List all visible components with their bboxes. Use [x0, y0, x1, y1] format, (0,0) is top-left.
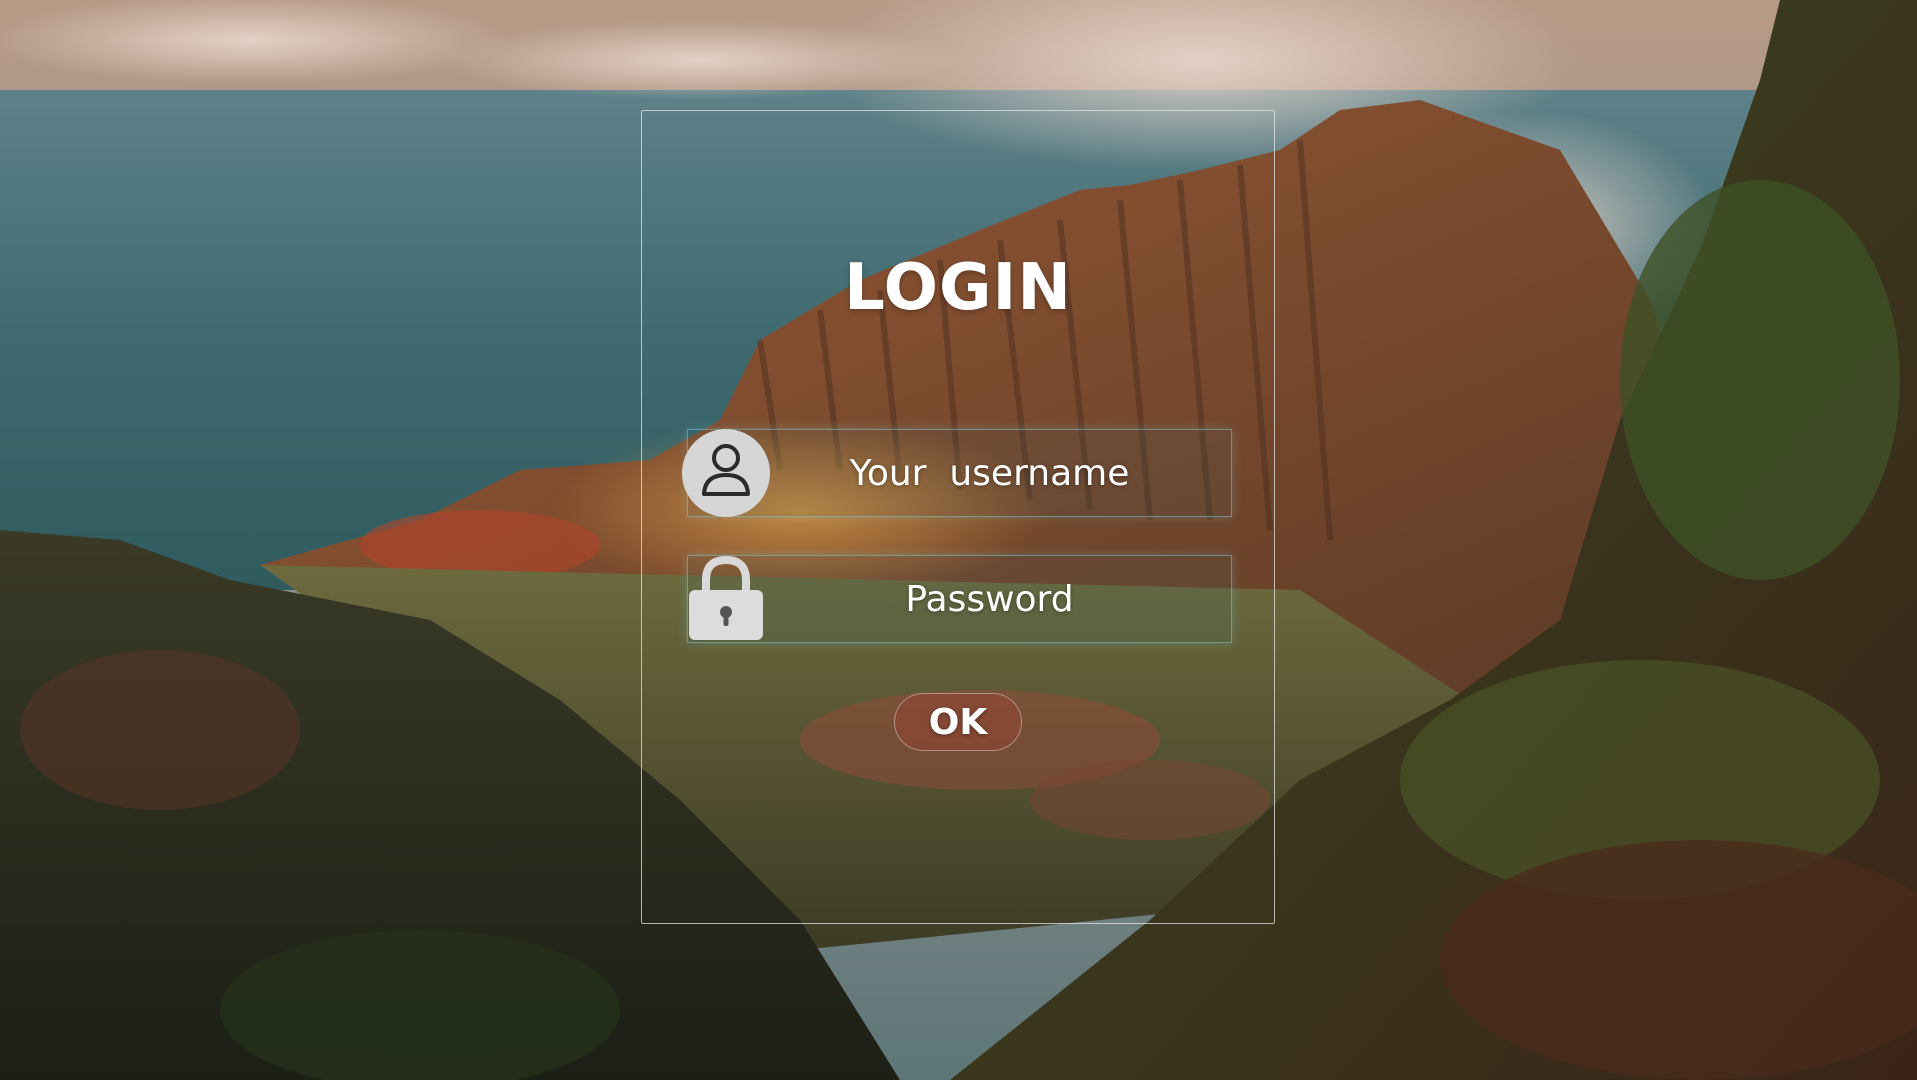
username-placeholder: Your username: [849, 452, 1130, 494]
login-title: LOGIN: [844, 251, 1072, 325]
username-field[interactable]: Your username: [682, 429, 1232, 517]
ok-button[interactable]: OK: [894, 693, 1022, 751]
password-field[interactable]: Password: [687, 555, 1232, 643]
login-panel: LOGIN Your username Password OK: [641, 110, 1275, 924]
password-placeholder: Password: [905, 578, 1074, 620]
